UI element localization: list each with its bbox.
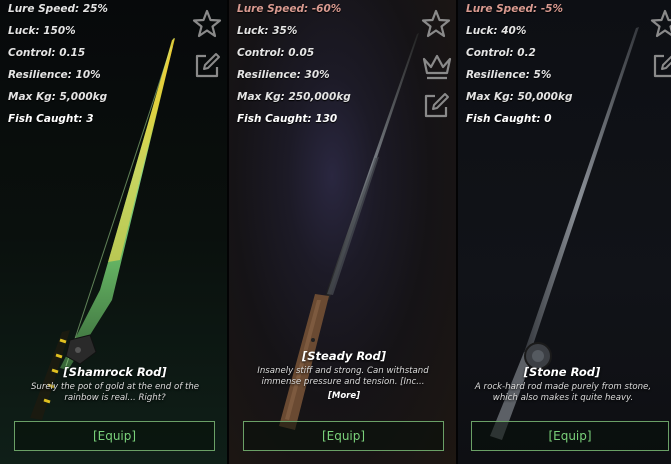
rod-description: Surely the pot of gold at the end of the… (30, 382, 200, 403)
stat-fish-caught: Fish Caught: 3 (8, 113, 94, 125)
rod-name: [Stone Rod] (523, 365, 601, 379)
stat-fish-caught: Fish Caught: 0 (466, 113, 552, 125)
crown-icon[interactable] (421, 51, 453, 81)
stat-control: Control: 0.05 (237, 47, 315, 59)
stat-control: Control: 0.15 (8, 47, 86, 59)
star-icon[interactable] (421, 9, 451, 39)
rod-card-steady[interactable]: Lure Speed: -60% Luck: 35% Control: 0.05… (229, 0, 458, 464)
star-icon[interactable] (192, 9, 222, 39)
rod-card-stone[interactable]: Lure Speed: -5% Luck: 40% Control: 0.2 R… (458, 0, 671, 464)
stat-max-kg: Max Kg: 5,000kg (8, 91, 108, 103)
stats-list: Lure Speed: -5% Luck: 40% Control: 0.2 R… (466, 3, 573, 135)
rod-name: [Steady Rod] (302, 349, 386, 363)
more-link[interactable]: [More] (319, 391, 369, 401)
stat-max-kg: Max Kg: 50,000kg (466, 91, 573, 103)
rod-description: Insanely stiff and strong. Can withstand… (257, 366, 429, 387)
stat-max-kg: Max Kg: 250,000kg (237, 91, 351, 103)
stat-lure-speed: Lure Speed: -5% (466, 3, 563, 15)
stat-luck: Luck: 150% (8, 25, 76, 37)
stat-resilience: Resilience: 10% (8, 69, 101, 81)
equip-button[interactable]: [Equip] (14, 421, 215, 451)
stat-lure-speed: Lure Speed: -60% (237, 3, 342, 15)
edit-icon[interactable] (421, 91, 451, 121)
rod-name: [Shamrock Rod] (63, 365, 167, 379)
stat-luck: Luck: 35% (237, 25, 298, 37)
edit-icon[interactable] (650, 51, 671, 81)
stats-list: Lure Speed: 25% Luck: 150% Control: 0.15… (8, 3, 108, 135)
stat-control: Control: 0.2 (466, 47, 536, 59)
equip-button[interactable]: [Equip] (471, 421, 669, 451)
star-icon[interactable] (650, 9, 671, 39)
stat-resilience: Resilience: 5% (466, 69, 552, 81)
stat-lure-speed: Lure Speed: 25% (8, 3, 108, 15)
rod-description: A rock-hard rod made purely from stone, … (474, 382, 652, 403)
equip-button[interactable]: [Equip] (243, 421, 444, 451)
stat-fish-caught: Fish Caught: 130 (237, 113, 338, 125)
rod-card-shamrock[interactable]: Lure Speed: 25% Luck: 150% Control: 0.15… (0, 0, 228, 464)
edit-icon[interactable] (192, 51, 222, 81)
stat-luck: Luck: 40% (466, 25, 527, 37)
stat-resilience: Resilience: 30% (237, 69, 330, 81)
stats-list: Lure Speed: -60% Luck: 35% Control: 0.05… (237, 3, 351, 135)
